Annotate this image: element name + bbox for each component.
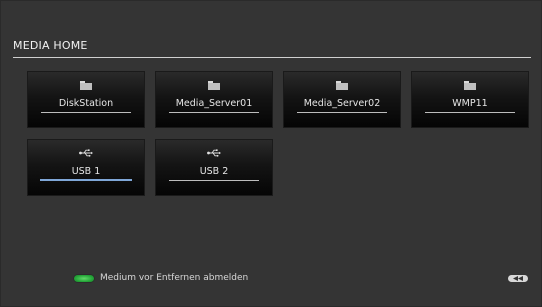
tile-underline (297, 112, 387, 113)
page-title: MEDIA HOME (13, 39, 88, 52)
folder-icon (464, 81, 476, 90)
tile-label: WMP11 (452, 98, 488, 109)
tile-underline (41, 112, 131, 113)
tile-media-server01[interactable]: Media_Server01 (155, 71, 273, 128)
tile-diskstation[interactable]: DiskStation (27, 71, 145, 128)
folder-icon (80, 81, 92, 90)
rewind-icon[interactable] (508, 275, 528, 282)
tile-underline (169, 180, 259, 181)
tile-usb-1[interactable]: USB 1 (27, 139, 145, 196)
tile-label: USB 1 (71, 166, 101, 177)
footer-hint: Medium vor Entfernen abmelden (74, 273, 248, 283)
folder-icon (208, 81, 220, 90)
title-divider (13, 57, 531, 58)
tile-media-server02[interactable]: Media_Server02 (283, 71, 401, 128)
tile-label: Media_Server01 (175, 98, 253, 109)
media-home-screen: MEDIA HOME DiskStation Media_Server01 Me… (0, 0, 542, 307)
tile-label: DiskStation (58, 98, 114, 109)
tile-usb-2[interactable]: USB 2 (155, 139, 273, 196)
tile-wmp11[interactable]: WMP11 (411, 71, 529, 128)
folder-icon (336, 81, 348, 90)
tile-label: Media_Server02 (303, 98, 381, 109)
selection-underline (40, 179, 132, 181)
tile-underline (169, 112, 259, 113)
green-button-icon[interactable] (74, 274, 94, 282)
tile-label: USB 2 (199, 166, 229, 177)
footer-hint-text: Medium vor Entfernen abmelden (100, 273, 249, 283)
tile-underline (425, 112, 515, 113)
usb-icon (207, 149, 221, 160)
usb-icon (79, 149, 93, 160)
